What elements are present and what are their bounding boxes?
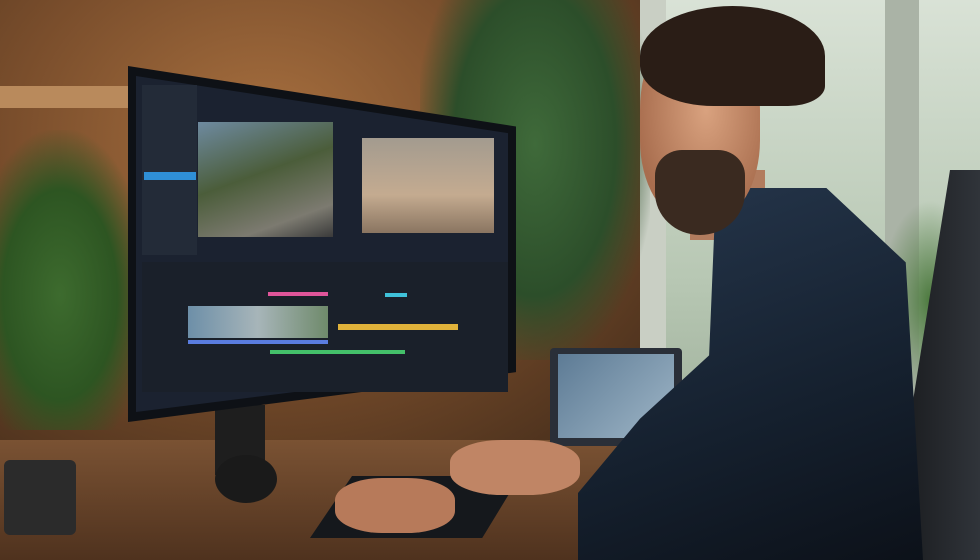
timeline-track: [188, 340, 328, 344]
video-clip: [188, 306, 328, 338]
photo-scene: [0, 0, 980, 560]
person-beard: [655, 150, 745, 235]
media-browser-panel: [142, 85, 197, 255]
selected-folder: [144, 172, 196, 180]
shelf: [0, 86, 140, 108]
timeline-track: [385, 293, 407, 297]
timeline-track: [270, 350, 405, 354]
program-preview: [362, 138, 494, 233]
headphones: [215, 455, 277, 503]
plant: [0, 130, 150, 430]
person-hair: [640, 6, 825, 106]
timeline-track: [338, 324, 458, 330]
source-preview: [198, 122, 333, 237]
timeline-track: [268, 292, 328, 296]
plant-pot: [4, 460, 76, 535]
person-hand: [335, 478, 455, 533]
person-hand: [450, 440, 580, 495]
